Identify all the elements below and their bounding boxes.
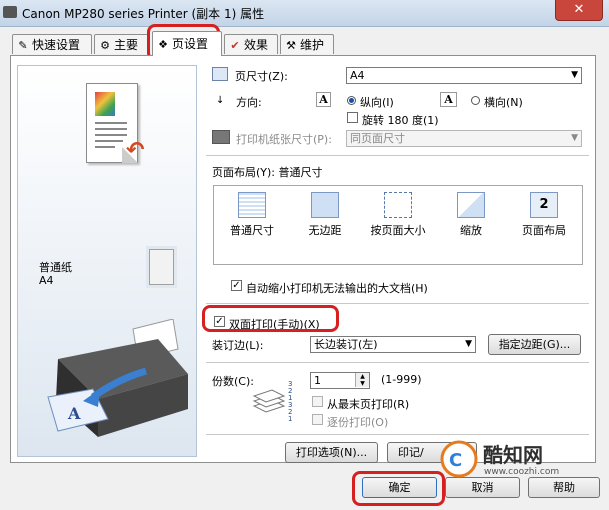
page-layout-label: 页面布局(Y): 普通尺寸 bbox=[212, 166, 323, 179]
chevron-down-icon: ▼ bbox=[571, 133, 578, 143]
effects-icon: ✔ bbox=[230, 39, 240, 52]
ok-highlight-annotation bbox=[352, 471, 445, 506]
duplex-highlight-annotation bbox=[202, 305, 339, 332]
auto-reduce-label: 自动缩小打印机无法输出的大文档(H) bbox=[246, 282, 428, 295]
layout-normal-size[interactable]: 普通尺寸 bbox=[219, 192, 285, 238]
page-size-value: A4 bbox=[350, 69, 365, 82]
auto-reduce-checkbox[interactable]: ✓ bbox=[231, 280, 242, 291]
tab-effects[interactable]: ✔ 效果 bbox=[224, 34, 278, 54]
printer-paper-size-value: 同页面尺寸 bbox=[350, 132, 405, 145]
printer-paper-size-select[interactable]: 同页面尺寸 ▼ bbox=[346, 130, 582, 147]
copies-value: 1 bbox=[314, 374, 321, 387]
spin-down-icon[interactable]: ▼ bbox=[355, 380, 369, 387]
print-options-button[interactable]: 打印选项(N)... bbox=[285, 442, 378, 463]
divider bbox=[206, 362, 589, 363]
borderless-icon bbox=[311, 192, 339, 218]
window-title: Canon MP280 series Printer (副本 1) 属性 bbox=[22, 7, 265, 21]
copies-range: (1-999) bbox=[381, 373, 422, 386]
tab-label: 快速设置 bbox=[32, 38, 81, 52]
output-page-icon bbox=[149, 249, 174, 285]
svg-text:C: C bbox=[449, 450, 462, 471]
layout-fit-to-page[interactable]: 按页面大小 bbox=[365, 192, 431, 238]
coozhi-logo-icon: C bbox=[440, 440, 478, 478]
page-setup-icon: ❖ bbox=[158, 38, 168, 51]
portrait-label: 纵向(I) bbox=[360, 96, 394, 109]
specify-margin-button[interactable]: 指定边距(G)... bbox=[488, 334, 581, 355]
layout-page-layout[interactable]: 2 页面布局 bbox=[511, 192, 577, 238]
quick-setup-icon: ✎ bbox=[18, 39, 28, 52]
printer-illustration-icon: A bbox=[47, 319, 188, 437]
watermark-url: www.coozhi.com bbox=[484, 467, 560, 477]
tab-page-setup[interactable]: ❖ 页设置 bbox=[152, 31, 222, 56]
page-size-label: 页尺寸(Z): bbox=[235, 70, 288, 83]
rotate-180-label: 旋转 180 度(1) bbox=[362, 114, 439, 127]
layout-item-label: 无边距 bbox=[308, 224, 342, 237]
layout-item-label: 缩放 bbox=[460, 224, 482, 237]
printer-properties-window: Canon MP280 series Printer (副本 1) 属性 ✕ ✎… bbox=[0, 0, 609, 510]
main-icon: ⚙ bbox=[100, 39, 110, 52]
page-order-icon: 321321 bbox=[288, 380, 293, 423]
layout-borderless[interactable]: 无边距 bbox=[292, 192, 358, 238]
watermark: C 酷知网 www.coozhi.com bbox=[437, 435, 587, 487]
landscape-label: 横向(N) bbox=[484, 96, 523, 109]
last-page-first-checkbox[interactable] bbox=[312, 396, 323, 407]
layout-item-label: 普通尺寸 bbox=[230, 224, 274, 237]
portrait-a-icon: A bbox=[316, 92, 331, 107]
tab-label: 维护 bbox=[300, 38, 325, 52]
tab-label: 效果 bbox=[244, 38, 269, 52]
spin-up-icon[interactable]: ▲ bbox=[355, 373, 369, 380]
chevron-down-icon: ▼ bbox=[571, 70, 578, 80]
divider bbox=[206, 155, 589, 156]
chevron-down-icon: ▼ bbox=[465, 339, 472, 349]
fit-to-page-icon bbox=[384, 192, 412, 218]
layout-scaled[interactable]: 缩放 bbox=[438, 192, 504, 238]
printer-app-icon bbox=[3, 6, 17, 18]
tab-maintenance[interactable]: ⚒ 维护 bbox=[280, 34, 334, 54]
page-layout-icon: 2 bbox=[530, 192, 558, 218]
binding-value: 长边装订(左) bbox=[314, 338, 378, 351]
tab-label: 页设置 bbox=[172, 37, 209, 51]
collate-checkbox[interactable] bbox=[312, 414, 323, 425]
rotate-arrow-icon: ↶ bbox=[126, 138, 145, 163]
copies-label: 份数(C): bbox=[212, 375, 254, 388]
layout-item-label: 按页面大小 bbox=[370, 224, 426, 237]
printer-paper-size-label: 打印机纸张尺寸(P): bbox=[236, 133, 332, 146]
title-bar: Canon MP280 series Printer (副本 1) 属性 ✕ bbox=[0, 0, 609, 27]
binding-select[interactable]: 长边装订(左) ▼ bbox=[310, 336, 476, 353]
media-type-text: 普通纸 bbox=[39, 261, 72, 274]
scaled-icon bbox=[457, 192, 485, 218]
page-size-select[interactable]: A4 ▼ bbox=[346, 67, 582, 84]
watermark-brand: 酷知网 bbox=[483, 443, 543, 467]
tab-main[interactable]: ⚙ 主要 bbox=[94, 34, 150, 54]
landscape-radio[interactable] bbox=[471, 96, 480, 105]
maintenance-icon: ⚒ bbox=[286, 39, 296, 52]
rotate-180-checkbox[interactable] bbox=[347, 112, 358, 123]
close-button[interactable]: ✕ bbox=[555, 0, 603, 21]
svg-text:A: A bbox=[67, 404, 81, 423]
copies-spinner[interactable]: 1 ▲ ▼ bbox=[310, 372, 370, 389]
portrait-radio[interactable] bbox=[347, 96, 356, 105]
tab-quick-setup[interactable]: ✎ 快速设置 bbox=[12, 34, 92, 54]
page-layout-list: 普通尺寸 无边距 按页面大小 缩放 2 页面布局 bbox=[213, 185, 583, 265]
media-info: 普通纸 A4 bbox=[39, 261, 72, 287]
last-page-first-label: 从最末页打印(R) bbox=[327, 398, 410, 411]
down-arrow-icon: ↓ bbox=[216, 95, 225, 106]
monitor-page-icon bbox=[212, 67, 228, 81]
layout-item-label: 页面布局 bbox=[522, 224, 566, 237]
paper-size-text: A4 bbox=[39, 274, 54, 287]
binding-label: 装订边(L): bbox=[212, 339, 264, 352]
preview-area: ↶ 普通纸 A4 A bbox=[17, 65, 197, 457]
normal-size-icon bbox=[238, 192, 266, 218]
tab-label: 主要 bbox=[114, 38, 139, 52]
collate-label: 逐份打印(O) bbox=[327, 416, 389, 429]
orientation-label: 方向: bbox=[236, 96, 262, 109]
landscape-a-icon: A bbox=[440, 92, 457, 107]
paper-stack-icon bbox=[252, 389, 286, 413]
divider bbox=[206, 303, 589, 304]
printer-paper-icon bbox=[212, 130, 230, 144]
